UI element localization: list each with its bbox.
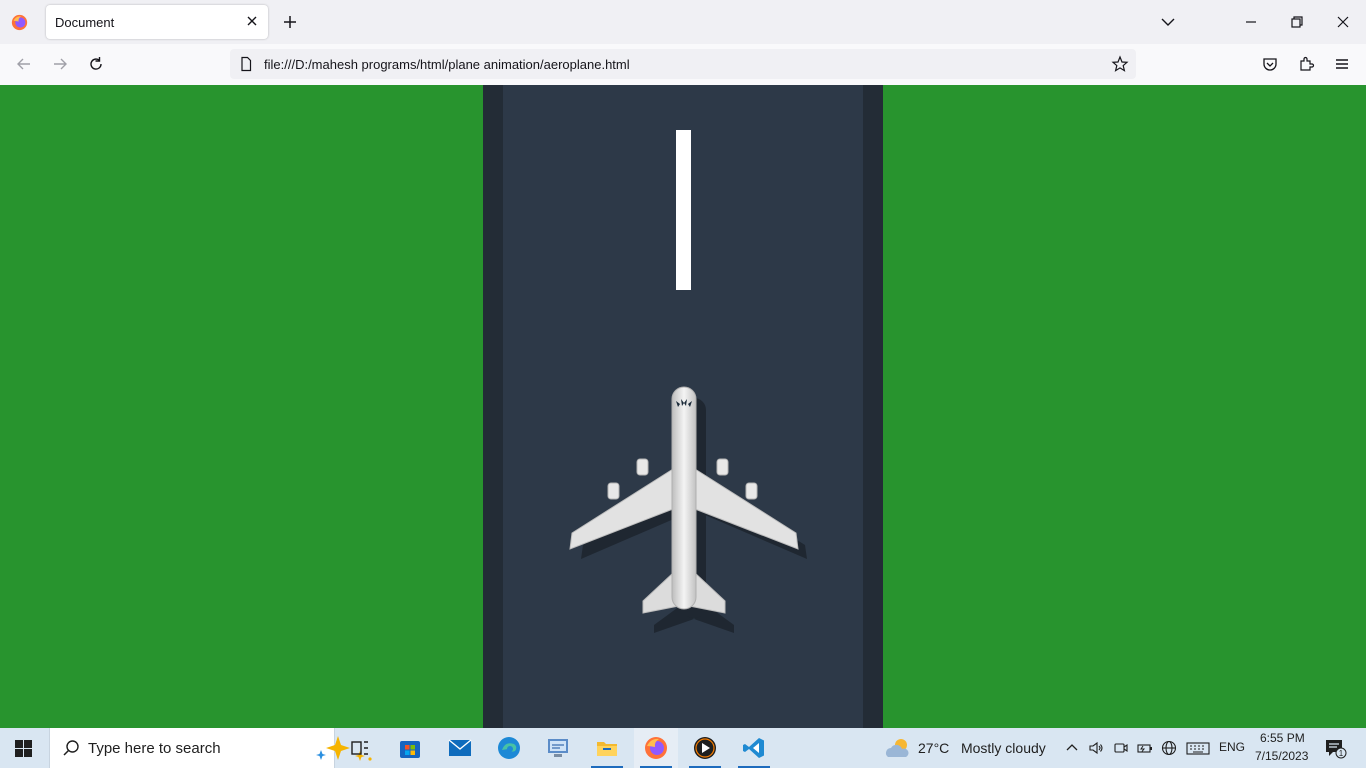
weather-widget[interactable]: 27°C Mostly cloudy — [918, 740, 1046, 756]
windows-taskbar: Type here to search 27°C Mostly cloudy E… — [0, 728, 1366, 768]
browser-tab-strip: Document — [0, 0, 1366, 44]
close-tab-icon[interactable] — [244, 13, 260, 29]
search-placeholder: Type here to search — [88, 740, 221, 757]
notification-count: 1 — [1339, 749, 1344, 758]
menu-icon[interactable] — [1333, 55, 1351, 73]
mail-button[interactable] — [438, 728, 482, 768]
input-language[interactable]: ENG — [1219, 740, 1245, 754]
runway-center-line — [676, 130, 691, 290]
tab-document[interactable]: Document — [46, 5, 268, 39]
restore-icon[interactable] — [1286, 11, 1308, 33]
meet-now-icon[interactable] — [1113, 740, 1129, 756]
bookmark-star-icon[interactable] — [1111, 55, 1129, 73]
pocket-icon[interactable] — [1261, 55, 1279, 73]
search-icon — [63, 740, 79, 756]
reload-icon[interactable] — [87, 55, 105, 73]
list-all-tabs-icon[interactable] — [1157, 11, 1179, 33]
microsoft-store-icon — [400, 741, 420, 758]
extensions-icon[interactable] — [1297, 55, 1315, 73]
windows-start-icon[interactable] — [15, 740, 32, 757]
microsoft-store-button[interactable] — [388, 728, 432, 768]
back-icon[interactable] — [15, 55, 33, 73]
edge-icon — [498, 737, 520, 759]
mail-icon — [448, 739, 472, 756]
control-panel-button[interactable] — [536, 728, 580, 768]
notification-center-icon[interactable]: 1 — [1325, 739, 1347, 759]
battery-icon[interactable] — [1137, 740, 1153, 756]
firefox-icon — [645, 737, 667, 759]
vscode-icon — [743, 738, 764, 758]
control-panel-icon — [548, 739, 568, 757]
edge-button[interactable] — [487, 728, 531, 768]
navigation-toolbar: file:///D:/mahesh programs/html/plane an… — [0, 44, 1366, 86]
clock-date[interactable]: 7/15/2023 — [1255, 749, 1308, 763]
url-text[interactable]: file:///D:/mahesh programs/html/plane an… — [264, 57, 630, 72]
taskbar-search-box[interactable]: Type here to search — [49, 728, 372, 768]
page-icon — [241, 56, 252, 72]
firefox-icon[interactable] — [11, 14, 28, 31]
minimize-icon[interactable] — [1240, 11, 1262, 33]
firefox-taskbar-button[interactable] — [634, 728, 678, 768]
file-explorer-button[interactable] — [585, 728, 629, 768]
network-globe-icon[interactable] — [1161, 740, 1177, 756]
task-view-button[interactable] — [338, 728, 382, 768]
folder-icon — [597, 742, 617, 756]
tab-title: Document — [55, 15, 115, 30]
media-player-button[interactable] — [683, 728, 727, 768]
touch-keyboard-icon[interactable] — [1186, 740, 1210, 756]
new-tab-icon[interactable] — [281, 13, 299, 31]
show-hidden-icons-chevron-icon[interactable] — [1064, 740, 1080, 756]
cloud-sun-icon[interactable] — [884, 737, 912, 759]
media-player-icon — [694, 737, 716, 759]
close-window-icon[interactable] — [1332, 11, 1354, 33]
weather-condition: Mostly cloudy — [960, 740, 1046, 756]
task-view-icon — [351, 741, 368, 755]
airplane-image — [569, 386, 807, 633]
vscode-button[interactable] — [732, 728, 776, 768]
address-bar[interactable]: file:///D:/mahesh programs/html/plane an… — [230, 49, 1136, 79]
clock-time[interactable]: 6:55 PM — [1260, 731, 1305, 745]
weather-temperature: 27°C — [918, 740, 950, 756]
page-viewport — [0, 85, 1366, 728]
volume-icon[interactable] — [1088, 740, 1104, 756]
forward-icon[interactable] — [51, 55, 69, 73]
